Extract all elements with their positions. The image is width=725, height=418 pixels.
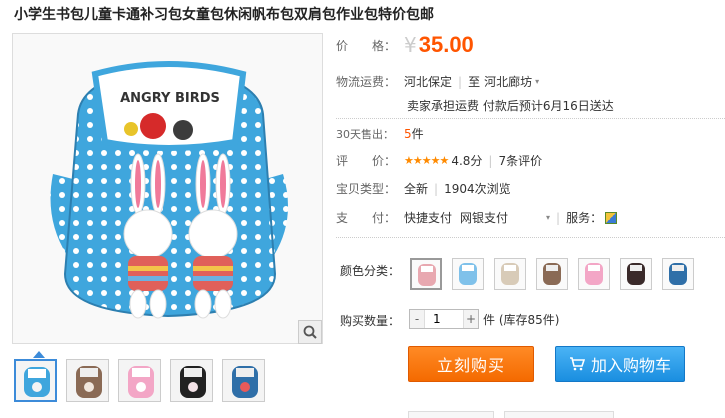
shipping-detail-row: 卖家承担运费 付款后预计6月16日送达 xyxy=(407,97,614,114)
shipping-destination[interactable]: 河北廊坊 xyxy=(484,73,532,90)
sales-unit: 件 xyxy=(411,127,424,141)
payment-option-bank[interactable]: 网银支付 xyxy=(460,209,508,226)
shipping-detail: 卖家承担运费 付款后预计6月16日送达 xyxy=(407,99,614,113)
thumbnail-3[interactable] xyxy=(118,359,161,402)
cart-icon xyxy=(569,357,585,371)
currency-symbol: ¥ xyxy=(404,33,417,57)
shipping-separator: | xyxy=(458,74,463,89)
thumbnail-5[interactable] xyxy=(222,359,265,402)
divider xyxy=(336,237,725,238)
type-separator: | xyxy=(434,181,439,196)
sales-count: 5 xyxy=(404,126,412,141)
search-icon xyxy=(303,325,317,339)
rating-stars: ★★★★★ xyxy=(404,154,449,167)
quantity-minus-button[interactable]: - xyxy=(410,310,424,328)
color-swatch-7[interactable] xyxy=(662,258,694,290)
divider xyxy=(336,118,725,119)
product-title: 小学生书包儿童卡通补习包女童包休闲帆布包双肩包作业包特价包邮 xyxy=(14,7,434,23)
rating-separator: | xyxy=(488,153,493,168)
angry-birds-patch-text: ANGRY BIRDS xyxy=(120,91,220,106)
type-label: 宝贝类型： xyxy=(336,182,397,196)
quantity-stepper: - + 件 (库存85件) xyxy=(409,309,559,329)
add-to-cart-label: 加入购物车 xyxy=(590,356,671,375)
quantity-label: 购买数量： xyxy=(340,314,401,328)
color-swatches xyxy=(410,258,694,290)
rating-score: 4.8分 xyxy=(451,154,483,168)
color-label: 颜色分类： xyxy=(340,264,401,278)
rating-label: 评 价： xyxy=(336,154,397,168)
price-value: 35.00 xyxy=(418,32,474,57)
rating-row: 评 价： ★★★★★ 4.8分 | 7条评价 xyxy=(336,152,542,169)
payment-label: 支 付： xyxy=(336,211,397,225)
color-swatch-6[interactable] xyxy=(620,258,652,290)
stock-info: 件 (库存85件) xyxy=(483,312,560,327)
buy-now-label: 立刻购买 xyxy=(436,356,505,375)
quantity-plus-button[interactable]: + xyxy=(464,310,478,328)
service-label: 服务： xyxy=(566,211,603,225)
thumbnail-2[interactable] xyxy=(66,359,109,402)
sales-row: 30天售出： 5 件 xyxy=(336,125,424,142)
add-to-cart-button[interactable]: 加入购物车 xyxy=(555,346,685,382)
shipping-to-sep: 至 xyxy=(468,75,481,89)
view-count: 1904次浏览 xyxy=(444,182,511,196)
type-row: 宝贝类型： 全新 | 1904次浏览 xyxy=(336,180,511,197)
bottom-tab[interactable] xyxy=(504,411,614,418)
price-label: 价 格： xyxy=(336,38,397,53)
color-swatch-1[interactable] xyxy=(410,258,442,290)
main-product-image[interactable]: ANGRY BIRDS xyxy=(12,33,323,344)
sales-label: 30天售出： xyxy=(336,127,394,141)
shipping-label: 物流运费： xyxy=(336,75,397,89)
thumbnail-1[interactable] xyxy=(14,359,57,402)
chevron-down-icon[interactable]: ▾ xyxy=(535,77,539,86)
buy-now-button[interactable]: 立刻购买 xyxy=(408,346,534,382)
quantity-label-row: 购买数量： xyxy=(340,312,400,329)
color-swatch-4[interactable] xyxy=(536,258,568,290)
color-swatch-3[interactable] xyxy=(494,258,526,290)
rating-reviews-link[interactable]: 7条评价 xyxy=(498,152,542,169)
color-swatch-2[interactable] xyxy=(452,258,484,290)
quantity-input[interactable] xyxy=(424,310,464,328)
type-value: 全新 xyxy=(404,182,429,196)
thumbnail-list xyxy=(14,359,265,402)
payment-separator: | xyxy=(556,210,561,225)
price-row: 价 格： ¥ 35.00 xyxy=(336,32,474,58)
thumbnail-pointer xyxy=(33,351,45,358)
payment-option-quick[interactable]: 快捷支付 xyxy=(404,209,452,226)
payment-row: 支 付： 快捷支付 网银支付 ▾ | 服务： xyxy=(336,209,618,226)
thumbnail-4[interactable] xyxy=(170,359,213,402)
bottom-tab[interactable] xyxy=(408,411,494,418)
shipping-row: 物流运费： 河北保定 | 至 河北廊坊 ▾ xyxy=(336,73,539,90)
zoom-button[interactable] xyxy=(298,320,322,344)
chevron-down-icon[interactable]: ▾ xyxy=(546,213,550,222)
shipping-from: 河北保定 xyxy=(404,75,453,89)
color-row: 颜色分类： xyxy=(340,262,400,279)
service-icon[interactable] xyxy=(605,211,618,224)
color-swatch-5[interactable] xyxy=(578,258,610,290)
